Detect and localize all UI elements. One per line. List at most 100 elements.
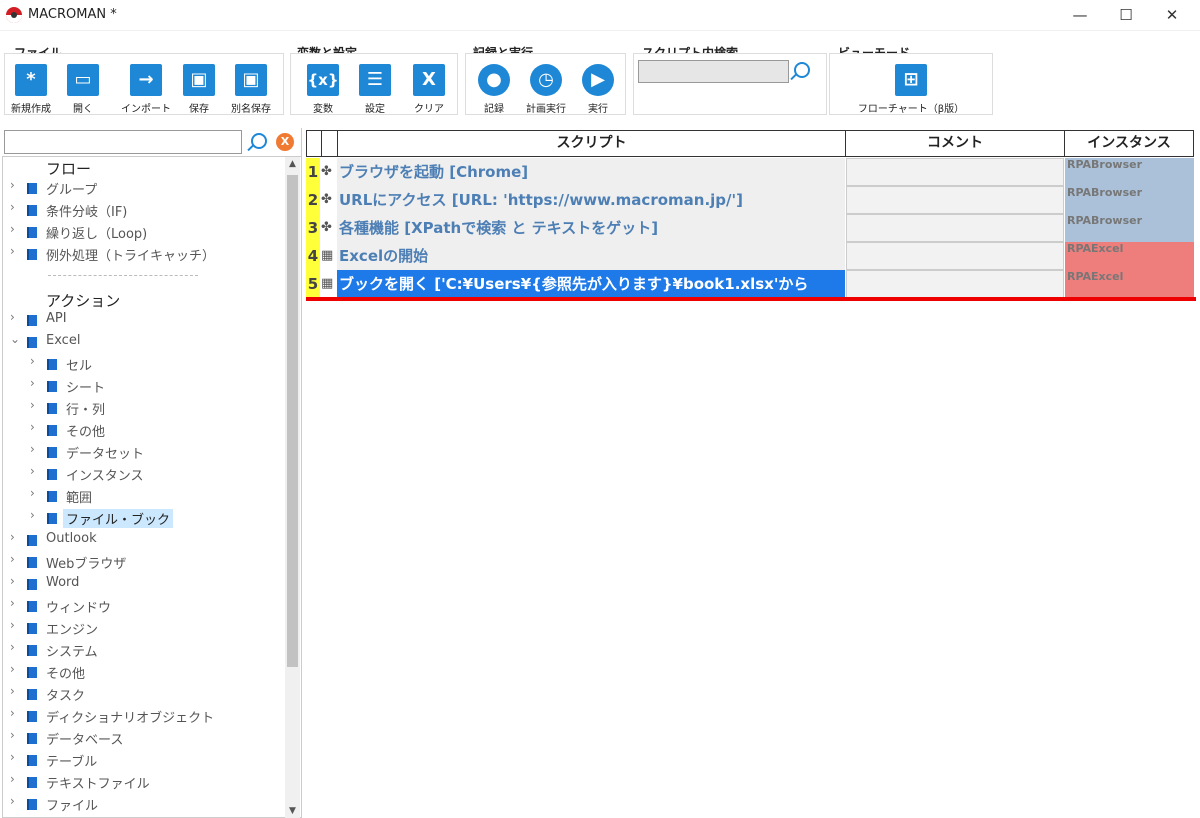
minimize-button[interactable]: — [1057,0,1103,31]
chevron-right-icon[interactable]: › [10,794,22,808]
script-row[interactable]: 2 ✤ URLにアクセス [URL: 'https://www.macroman.j… [306,186,1194,214]
instance-cell[interactable]: RPABrowser [1065,158,1194,186]
asterisk-icon: * [15,64,47,96]
book-icon [47,513,57,524]
chevron-right-icon[interactable]: › [10,618,22,632]
settings-button[interactable]: ☰ 設定 [349,64,401,115]
schedule-button-label: 計画実行 [526,104,566,115]
comment-cell[interactable] [846,214,1064,242]
script-cell[interactable]: 各種機能 [XPathで検索 と テキストをゲット] [337,214,845,242]
book-icon [47,491,57,502]
record-button[interactable]: ● 記録 [468,64,520,115]
var-group: {x} 変数 ☰ 設定 X クリア [290,53,458,115]
chevron-right-icon[interactable]: › [10,222,22,236]
tree-item-label: タスク [46,689,86,704]
tree-scrollbar[interactable]: ▲ ▼ [285,157,300,818]
chevron-right-icon[interactable]: › [10,200,22,214]
tree-item-label: API [46,311,67,326]
chevron-right-icon[interactable]: › [10,772,22,786]
chevron-right-icon[interactable]: › [10,706,22,720]
book-icon [47,447,57,458]
instance-cell[interactable]: RPABrowser [1065,214,1194,242]
header-instance[interactable]: インスタンス [1064,130,1194,157]
script-row[interactable]: 5 ▦ ブックを開く ['C:¥Users¥{参照先が入ります}¥book1.xls… [306,270,1194,298]
chevron-right-icon[interactable]: › [10,178,22,192]
book-icon [27,249,37,260]
script-cell[interactable]: URLにアクセス [URL: 'https://www.macroman.jp/… [337,186,845,214]
script-row[interactable]: 1 ✤ ブラウザを起動 [Chrome] RPABrowser [306,158,1194,186]
import-button[interactable]: → インポート [115,64,177,115]
chevron-down-icon[interactable]: ⌄ [10,332,22,346]
chevron-right-icon[interactable]: › [10,750,22,764]
script-cell[interactable]: ブックを開く ['C:¥Users¥{参照先が入ります}¥book1.xlsx'… [337,270,845,298]
header-script[interactable]: スクリプト [337,130,846,157]
chevron-right-icon[interactable]: › [30,354,42,368]
tree-search-icon[interactable] [251,133,267,149]
flowchart-button[interactable]: ⊞ フローチャート（β版） [856,64,966,115]
script-cell[interactable]: ブラウザを起動 [Chrome] [337,158,845,186]
chevron-right-icon[interactable]: › [10,640,22,654]
save-button[interactable]: ▣ 保存 [173,64,225,115]
chevron-right-icon[interactable]: › [30,398,42,412]
chevron-right-icon[interactable]: › [10,244,22,258]
open-button[interactable]: ▭ 開く [57,64,109,115]
chevron-right-icon[interactable]: › [10,574,22,588]
script-cell[interactable]: Excelの開始 [337,242,845,270]
instance-cell[interactable]: RPABrowser [1065,186,1194,214]
book-icon [27,227,37,238]
chevron-right-icon[interactable]: › [10,530,22,544]
save-as-button[interactable]: ▣ 別名保存 [225,64,277,115]
record-icon: ● [478,64,510,96]
header-number-col [306,130,322,157]
clear-button-label: クリア [414,104,444,115]
comment-cell[interactable] [846,242,1064,270]
script-row[interactable]: 4 ▦ Excelの開始 RPAExcel [306,242,1194,270]
scroll-down-arrow[interactable]: ▼ [285,804,300,818]
comment-cell[interactable] [846,186,1064,214]
tree-clear-icon[interactable]: X [276,133,294,151]
instance-cell[interactable]: RPAExcel [1065,270,1194,298]
scroll-up-arrow[interactable]: ▲ [285,157,300,171]
tree-item-label: Webブラウザ [46,557,127,572]
chevron-right-icon[interactable]: › [30,508,42,522]
variables-button[interactable]: {x} 変数 [297,64,349,115]
script-row[interactable]: 3 ✤ 各種機能 [XPathで検索 と テキストをゲット] RPABrowser [306,214,1194,242]
chevron-right-icon[interactable]: › [30,486,42,500]
chevron-right-icon[interactable]: › [30,376,42,390]
ribbon: ファイル *新規作成 ▭開く →インポート ▣保存 ▣別名保存 変数と設定 {x… [0,31,1200,119]
chevron-right-icon[interactable]: › [10,684,22,698]
comment-cell[interactable] [846,158,1064,186]
comment-cell[interactable] [846,270,1064,298]
settings-list-icon: ☰ [359,64,391,96]
run-button[interactable]: ▶ 実行 [572,64,624,115]
header-icon-col [321,130,338,157]
maximize-button[interactable]: ☐ [1103,0,1149,31]
chevron-right-icon[interactable]: › [10,728,22,742]
action-heading: アクション [46,292,121,310]
chevron-right-icon[interactable]: › [30,442,42,456]
app-logo-icon [6,7,22,23]
book-icon [27,601,37,612]
row-number: 5 [306,270,320,298]
tree-item-label: その他 [46,667,86,682]
tree-search-input[interactable] [4,130,242,154]
book-icon [27,205,37,216]
clear-button[interactable]: X クリア [403,64,455,115]
chevron-right-icon[interactable]: › [10,596,22,610]
chevron-right-icon[interactable]: › [30,420,42,434]
instance-cell[interactable]: RPAExcel [1065,242,1194,270]
chevron-right-icon[interactable]: › [10,310,22,324]
tree-item-label: エンジン [46,623,99,638]
scroll-thumb[interactable] [287,175,298,667]
schedule-button[interactable]: ◷ 計画実行 [520,64,572,115]
script-search-icon[interactable] [794,62,810,78]
tree-item-label: セル [66,359,93,374]
close-button[interactable]: ✕ [1149,0,1195,31]
new-button[interactable]: * 新規作成 [5,64,57,115]
script-search-input[interactable] [638,60,789,83]
header-comment[interactable]: コメント [845,130,1065,157]
tree-item-label: データベース [46,733,124,748]
chevron-right-icon[interactable]: › [10,662,22,676]
chevron-right-icon[interactable]: › [10,552,22,566]
chevron-right-icon[interactable]: › [30,464,42,478]
